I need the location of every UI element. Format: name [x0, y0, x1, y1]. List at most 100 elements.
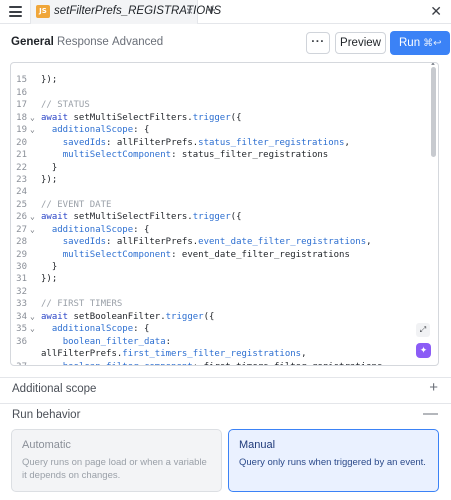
expand-icon[interactable]: +	[429, 380, 438, 396]
line-number: 37	[11, 361, 27, 366]
code-line: 37 boolean_filter_component: first_timer…	[11, 361, 426, 366]
code-line: 27 ⌄ additionalScope: {	[11, 224, 426, 236]
code-text: // EVENT DATE	[41, 199, 112, 210]
code-text: await setMultiSelectFilters.trigger({	[41, 212, 242, 223]
code-text: savedIds: allFilterPrefs.status_filter_r…	[62, 137, 350, 148]
fold-chevron-icon[interactable]: ⌄	[30, 124, 38, 136]
line-number: 33	[16, 299, 27, 310]
line-number: 15	[16, 75, 27, 86]
fold-chevron-icon[interactable]: ⌄	[30, 224, 38, 236]
manual-description: Query only runs when triggered by an eve…	[239, 457, 426, 468]
fold-chevron-icon[interactable]: ⌄	[30, 323, 38, 335]
close-icon[interactable]: ✕	[430, 3, 442, 19]
line-number: 17	[16, 100, 27, 111]
code-text: // STATUS	[41, 100, 90, 111]
line-number: 36	[16, 336, 27, 347]
code-line: 20 savedIds: allFilterPrefs.status_filte…	[11, 137, 426, 149]
add-tab-icon[interactable]: +	[207, 3, 216, 19]
code-text: allFilterPrefs.first_timers_filter_regis…	[41, 349, 307, 360]
fold-chevron-icon[interactable]: ⌄	[30, 112, 38, 124]
line-number: 16	[16, 87, 27, 98]
code-line: 36 boolean_filter_data:	[11, 336, 426, 348]
run-shortcut: ⌘↩	[423, 38, 442, 49]
code-line: 35 ⌄ additionalScope: {	[11, 323, 426, 335]
additional-scope-label: Additional scope	[12, 383, 97, 395]
manual-option-card[interactable]: Manual Query only runs when triggered by…	[228, 429, 439, 492]
code-line: 15});	[11, 74, 426, 86]
fold-chevron-icon[interactable]: ⌄	[30, 311, 38, 323]
query-tab[interactable]: JS setFilterPrefs_REGISTRATIONS ×	[30, 0, 221, 24]
line-number: 24	[16, 187, 27, 198]
code-line: 19 ⌄ additionalScope: {	[11, 124, 426, 136]
tab-bar: JS setFilterPrefs_REGISTRATIONS × + ✕	[0, 0, 451, 24]
code-editor[interactable]: 15}); 16 17// STATUS 18 ⌄ await setMultiSelec…	[10, 62, 439, 366]
code-text: boolean_filter_data:	[62, 336, 172, 347]
code-line: 28 savedIds: allFilterPrefs.event_date_f…	[11, 236, 426, 248]
code-line: 32	[11, 286, 426, 298]
menu-icon[interactable]	[9, 6, 22, 17]
line-number: 20	[16, 137, 27, 148]
tab-general[interactable]: General	[11, 36, 54, 48]
line-number: 22	[16, 162, 27, 173]
code-line: 24	[11, 186, 426, 198]
code-text: }	[41, 262, 58, 272]
code-line: 18 ⌄ await setMultiSelectFilters.trigger({	[11, 112, 426, 124]
code-line: 31});	[11, 273, 426, 285]
code-text: additionalScope: {	[51, 324, 150, 335]
run-button-label: Run	[399, 37, 421, 49]
line-number: 31	[16, 274, 27, 285]
code-text: });	[41, 174, 58, 185]
code-text: });	[41, 75, 58, 86]
code-text: additionalScope: {	[51, 224, 150, 235]
line-number: 27	[16, 224, 27, 235]
code-line: 26 ⌄ await setMultiSelectFilters.trigger({	[11, 211, 426, 223]
tab-close-icon[interactable]: ×	[186, 4, 193, 18]
tab-response[interactable]: Response	[57, 36, 109, 48]
tab-advanced[interactable]: Advanced	[112, 36, 163, 48]
collapse-icon[interactable]: —	[423, 406, 438, 422]
line-number: 29	[16, 249, 27, 260]
fold-chevron-icon[interactable]: ⌄	[30, 211, 38, 223]
run-behavior-section[interactable]: Run behavior —	[0, 403, 451, 429]
line-number: 26	[16, 212, 27, 223]
line-number: 23	[16, 174, 27, 185]
line-number: 35	[16, 324, 27, 335]
code-line: 33 // FIRST TIMERS	[11, 298, 426, 310]
manual-title: Manual	[239, 439, 276, 451]
code-line: 22 }	[11, 162, 426, 174]
code-line: 21 multiSelectComponent: status_filter_r…	[11, 149, 426, 161]
code-text: additionalScope: {	[51, 125, 150, 136]
line-number: 34	[16, 311, 27, 322]
more-options-button[interactable]: ···	[306, 32, 330, 54]
code-text: await setMultiSelectFilters.trigger({	[41, 112, 242, 123]
code-line: 16	[11, 87, 426, 99]
code-line: 17 // STATUS	[11, 99, 426, 111]
code-line: 25 // EVENT DATE	[11, 199, 426, 211]
line-number: 19	[16, 125, 27, 136]
code-lines: 15}); 16 17// STATUS 18 ⌄ await setMultiSelec…	[11, 63, 426, 366]
code-text: boolean_filter_component: first_timers_f…	[41, 361, 383, 366]
edit-icon[interactable]: ⤢	[416, 323, 430, 337]
automatic-option-card[interactable]: Automatic Query runs on page load or whe…	[11, 429, 222, 492]
code-text: }	[41, 162, 58, 173]
run-button[interactable]: Run ⌘↩	[390, 31, 450, 55]
code-text: savedIds: allFilterPrefs.event_date_filt…	[62, 237, 372, 248]
automatic-title: Automatic	[22, 439, 71, 451]
code-line: 23});	[11, 174, 426, 186]
editor-scrollbar[interactable]	[431, 67, 436, 157]
line-number: 30	[16, 262, 27, 272]
code-text: multiSelectComponent: status_filter_regi…	[62, 150, 329, 161]
additional-scope-section[interactable]: Additional scope +	[0, 377, 451, 403]
assistant-icon[interactable]: ✦	[416, 343, 431, 358]
automatic-description: Query runs on page load or when a variab…	[22, 457, 207, 481]
preview-button[interactable]: Preview	[335, 32, 386, 54]
run-behavior-label: Run behavior	[12, 409, 81, 421]
line-number: 21	[16, 150, 27, 161]
code-text: multiSelectComponent: event_date_filter_…	[62, 249, 350, 260]
code-line: allFilterPrefs.first_timers_filter_regis…	[11, 348, 426, 360]
tab-title: setFilterPrefs_REGISTRATIONS	[54, 5, 222, 17]
line-number: 25	[16, 199, 27, 210]
code-text: // FIRST TIMERS	[41, 299, 123, 310]
code-line: 34 ⌄ await setBooleanFilter.trigger({	[11, 311, 426, 323]
